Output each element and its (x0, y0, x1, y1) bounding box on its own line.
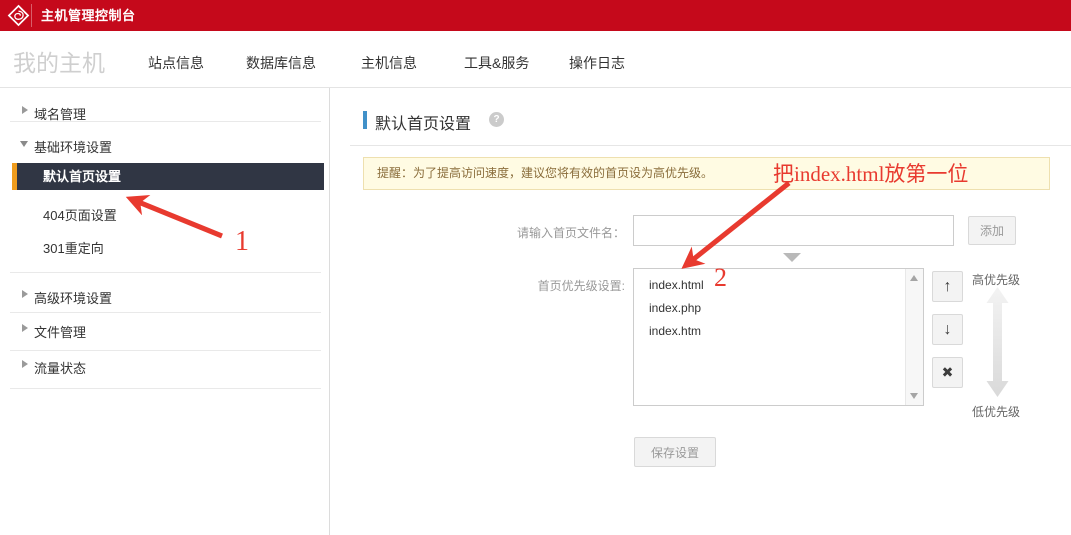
selected-accent-bar (12, 163, 17, 190)
sidebar-item-default-homepage[interactable]: 默认首页设置 (12, 163, 324, 190)
sidebar-divider (10, 388, 321, 389)
priority-listbox[interactable]: index.html index.php index.htm (633, 268, 924, 406)
page-title-accent (363, 111, 367, 129)
filename-label: 请输入首页文件名： (425, 224, 625, 241)
tab-operation-log[interactable]: 操作日志 (569, 53, 625, 73)
sidebar-item-404-page[interactable]: 404页面设置 (0, 203, 330, 223)
sidebar-item-traffic-status[interactable]: 流量状态 (0, 356, 330, 376)
priority-label: 首页优先级设置: (425, 277, 625, 294)
save-settings-button[interactable]: 保存设置 (634, 437, 716, 467)
sidebar-divider (10, 350, 321, 351)
move-down-button[interactable]: ↓ (932, 314, 963, 345)
page-title: 默认首页设置 (375, 110, 471, 134)
notice-bar: 提醒：为了提高访问速度，建议您将有效的首页设为高优先级。 (363, 157, 1050, 190)
low-priority-label: 低优先级 (972, 403, 1020, 420)
sidebar-item-basic-env[interactable]: 基础环境设置 (0, 135, 330, 155)
app-title: 主机管理控制台 (41, 0, 136, 31)
scroll-up-icon[interactable] (910, 275, 918, 281)
sidebar-item-domain-management[interactable]: 域名管理 (0, 102, 330, 122)
help-icon[interactable]: ? (489, 112, 504, 127)
sidebar-item-advanced-env[interactable]: 高级环境设置 (0, 286, 330, 306)
chevron-right-icon (22, 324, 28, 332)
tab-site-info[interactable]: 站点信息 (148, 53, 204, 73)
chevron-right-icon (22, 360, 28, 368)
chevron-right-icon (22, 290, 28, 298)
topbar: 主机管理控制台 (0, 0, 1071, 31)
tab-database-info[interactable]: 数据库信息 (246, 53, 316, 73)
tab-tools-services[interactable]: 工具&服务 (464, 53, 529, 73)
move-up-button[interactable]: ↑ (932, 271, 963, 302)
high-priority-label: 高优先级 (972, 271, 1020, 288)
app-logo-icon (7, 4, 30, 27)
scroll-down-icon[interactable] (910, 393, 918, 399)
sidebar-divider (10, 121, 321, 122)
nav-my-host[interactable]: 我的主机 (13, 44, 105, 78)
topbar-divider (31, 4, 32, 27)
listbox-scrollbar[interactable] (905, 269, 923, 405)
sidebar-divider (10, 272, 321, 273)
add-button[interactable]: 添加 (968, 216, 1016, 245)
sidebar-divider (10, 312, 321, 313)
tab-host-info[interactable]: 主机信息 (361, 53, 417, 73)
delete-item-button[interactable]: ✖ (932, 357, 963, 388)
priority-direction-arrow (985, 287, 1010, 397)
chevron-down-icon (20, 141, 28, 147)
list-item[interactable]: index.html (649, 274, 889, 297)
list-item[interactable]: index.php (649, 297, 889, 320)
sidebar-item-301-redirect[interactable]: 301重定向 (0, 236, 330, 256)
filename-input[interactable] (633, 215, 954, 246)
main-nav: 我的主机 站点信息 数据库信息 主机信息 工具&服务 操作日志 (0, 31, 1071, 88)
list-item[interactable]: index.htm (649, 320, 889, 343)
content-divider (350, 145, 1071, 146)
sidebar: 域名管理 基础环境设置 默认首页设置 404页面设置 301重定向 高级环境设置… (0, 88, 330, 535)
chevron-right-icon (22, 106, 28, 114)
collapse-caret-icon[interactable] (783, 253, 801, 262)
sidebar-item-file-management[interactable]: 文件管理 (0, 320, 330, 340)
